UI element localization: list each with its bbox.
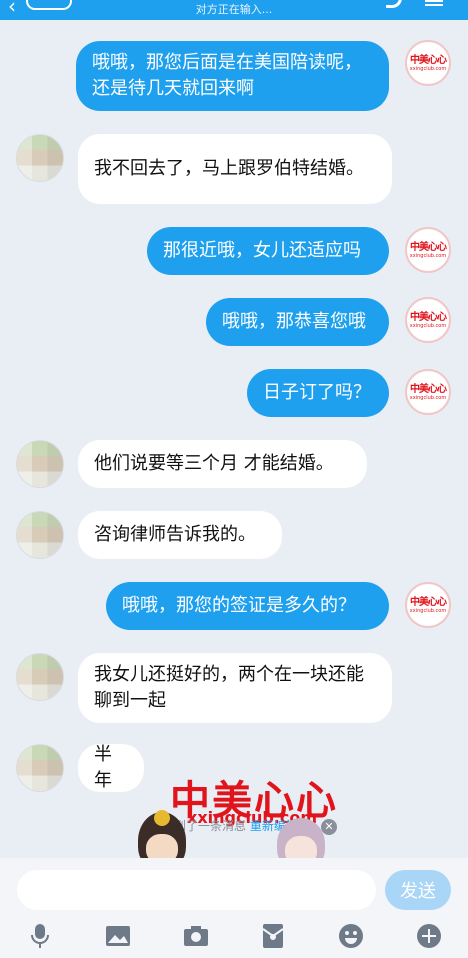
avatar[interactable]: [16, 511, 64, 559]
avatar[interactable]: [16, 744, 64, 792]
avatar[interactable]: 中美心心 xxingclub.com: [405, 369, 451, 415]
logo-text: 中美心心: [410, 383, 447, 395]
logo-url: xxingclub.com: [409, 394, 447, 401]
message-text: 那很近哦，女儿还适应吗: [163, 240, 361, 261]
logo-url: xxingclub.com: [409, 607, 447, 614]
message-bubble-received[interactable]: 他们说要等三个月 才能结婚。: [78, 440, 367, 488]
message-bubble-sent[interactable]: 哦哦，那您的签证是多久的？: [106, 582, 389, 630]
message-text: 咨询律师告诉我的。: [94, 524, 256, 545]
logo-url: xxingclub.com: [409, 65, 447, 72]
message-bubble-received[interactable]: 我女儿还挺好的，两个在一块还能聊到一起: [78, 653, 392, 723]
logo-text: 中美心心: [410, 311, 447, 323]
avatar[interactable]: [16, 653, 64, 701]
message-text: 半年: [94, 744, 112, 791]
message-bubble-sent[interactable]: 哦哦，那恭喜您哦: [206, 298, 389, 346]
logo-url: xxingclub.com: [409, 252, 447, 259]
red-packet-icon[interactable]: [259, 922, 287, 950]
message-bubble-received[interactable]: 咨询律师告诉我的。: [78, 511, 282, 559]
message-text: 日子订了吗？: [263, 382, 371, 403]
logo-text: 中美心心: [410, 54, 447, 66]
send-button[interactable]: 发送: [385, 870, 451, 910]
message-bubble-sent[interactable]: 那很近哦，女儿还适应吗: [147, 227, 389, 275]
message-text: 哦哦，那恭喜您哦: [222, 311, 366, 332]
message-bubble-received[interactable]: 半年: [78, 744, 144, 792]
message-text: 哦哦，那您后面是在美国陪读呢，还是待几天就回来啊: [92, 52, 362, 99]
logo-text: 中美心心: [410, 241, 447, 253]
message-text: 他们说要等三个月 才能结婚。: [94, 453, 334, 474]
avatar[interactable]: 中美心心 xxingclub.com: [405, 582, 451, 628]
microphone-icon[interactable]: [26, 922, 54, 950]
camera-icon[interactable]: [182, 922, 210, 950]
plus-icon[interactable]: [415, 922, 443, 950]
emoji-icon[interactable]: [337, 922, 365, 950]
message-bubble-sent[interactable]: 日子订了吗？: [247, 369, 389, 417]
message-bubble-received[interactable]: 我不回去了，马上跟罗伯特结婚。: [78, 134, 392, 204]
logo-url: xxingclub.com: [409, 322, 447, 329]
avatar[interactable]: 中美心心 xxingclub.com: [405, 40, 451, 86]
avatar[interactable]: [16, 440, 64, 488]
logo-text: 中美心心: [410, 596, 447, 608]
image-icon[interactable]: [104, 922, 132, 950]
message-bubble-sent[interactable]: 哦哦，那您后面是在美国陪读呢，还是待几天就回来啊: [76, 41, 389, 111]
chat-header: ‹ 对方正在输入...: [0, 0, 468, 20]
close-icon[interactable]: ✕: [321, 819, 337, 835]
message-text: 我女儿还挺好的，两个在一块还能聊到一起: [94, 664, 364, 711]
avatar[interactable]: 中美心心 xxingclub.com: [405, 297, 451, 343]
avatar[interactable]: [16, 134, 64, 182]
message-input[interactable]: [17, 870, 376, 910]
message-text: 我不回去了，马上跟罗伯特结婚。: [94, 158, 364, 179]
menu-icon[interactable]: [425, 0, 443, 6]
message-text: 哦哦，那您的签证是多久的？: [122, 595, 356, 616]
avatar[interactable]: 中美心心 xxingclub.com: [405, 227, 451, 273]
input-bar: 发送: [0, 858, 468, 958]
